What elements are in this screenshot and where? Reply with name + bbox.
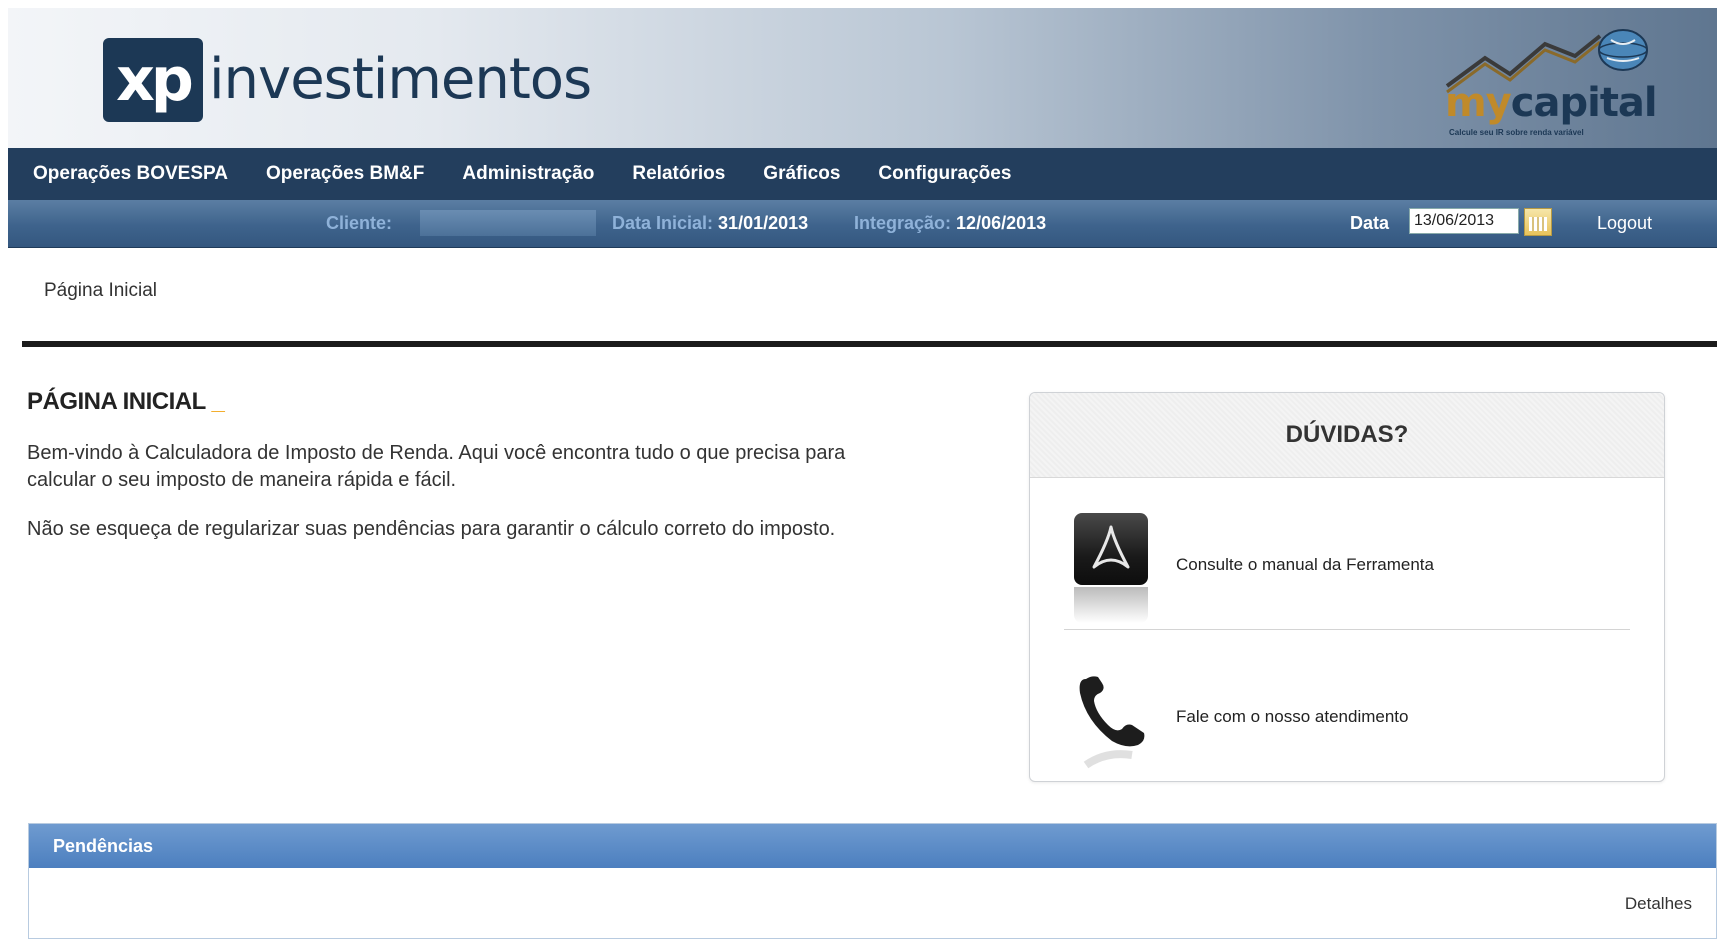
main-nav: Operações BOVESPA Operações BM&F Adminis…	[8, 148, 1717, 200]
help-title: DÚVIDAS?	[1285, 421, 1409, 448]
header-divider	[22, 341, 1717, 347]
nav-administracao[interactable]: Administração	[462, 163, 594, 185]
mycapital-wordmark: mycapital	[1445, 80, 1658, 126]
client-label: Cliente:	[326, 213, 393, 233]
mycapital-tagline: Calcule seu IR sobre renda variável	[1449, 128, 1584, 137]
client-info: Cliente:	[326, 213, 392, 234]
integracao-label: Integração:	[854, 213, 952, 233]
breadcrumb: Página Inicial	[44, 280, 158, 301]
info-bar: Cliente: Data Inicial: 31/01/2013 Integr…	[8, 200, 1717, 248]
nav-configuracoes[interactable]: Configurações	[878, 163, 1011, 185]
data-inicial-value: 31/01/2013	[718, 213, 809, 233]
mycapital-logo: mycapital Calcule seu IR sobre renda var…	[1435, 18, 1658, 146]
data-inicial-label: Data Inicial:	[612, 213, 714, 233]
details-link[interactable]: Detalhes	[1625, 894, 1692, 914]
pendencias-panel: Pendências Detalhes	[28, 823, 1717, 939]
pdf-icon[interactable]	[1074, 513, 1148, 585]
pendencias-header: Pendências	[29, 824, 1716, 868]
page-title-accent: _	[211, 388, 225, 415]
help-box: DÚVIDAS? Consulte o manual da Ferramenta…	[1029, 392, 1665, 782]
integracao-value: 12/06/2013	[956, 213, 1047, 233]
logout-link[interactable]: Logout	[1597, 213, 1652, 234]
nav-operacoes-bovespa[interactable]: Operações BOVESPA	[33, 163, 228, 185]
calendar-icon[interactable]	[1524, 208, 1552, 236]
xp-logo-word: investimentos	[209, 47, 592, 112]
help-header: DÚVIDAS?	[1030, 393, 1664, 478]
xp-investimentos-logo[interactable]: xp investimentos	[103, 38, 592, 122]
nav-operacoes-bmf[interactable]: Operações BM&F	[266, 163, 424, 185]
welcome-paragraph: Bem-vindo à Calculadora de Imposto de Re…	[27, 442, 846, 491]
header-banner: xp investimentos mycapital Calcule seu I…	[8, 8, 1717, 148]
phone-icon[interactable]	[1076, 675, 1150, 771]
globe-icon	[1598, 29, 1648, 71]
integracao-info: Integração: 12/06/2013	[854, 213, 1046, 234]
page-title: PÁGINA INICIAL _	[27, 388, 225, 416]
support-link[interactable]: Fale com o nosso atendimento	[1176, 707, 1408, 727]
xp-logo-mark: xp	[103, 38, 203, 122]
client-name-field	[420, 210, 596, 236]
help-separator	[1064, 629, 1630, 630]
manual-link[interactable]: Consulte o manual da Ferramenta	[1176, 555, 1434, 575]
data-inicial-info: Data Inicial: 31/01/2013	[612, 213, 808, 234]
pending-reminder-paragraph: Não se esqueça de regularizar suas pendê…	[27, 518, 836, 540]
data-label: Data	[1350, 213, 1390, 233]
page-title-text: PÁGINA INICIAL	[27, 388, 206, 415]
nav-relatorios[interactable]: Relatórios	[632, 163, 725, 185]
nav-graficos[interactable]: Gráficos	[763, 163, 840, 185]
pdf-icon-reflection	[1074, 587, 1148, 623]
date-input[interactable]	[1409, 208, 1519, 234]
